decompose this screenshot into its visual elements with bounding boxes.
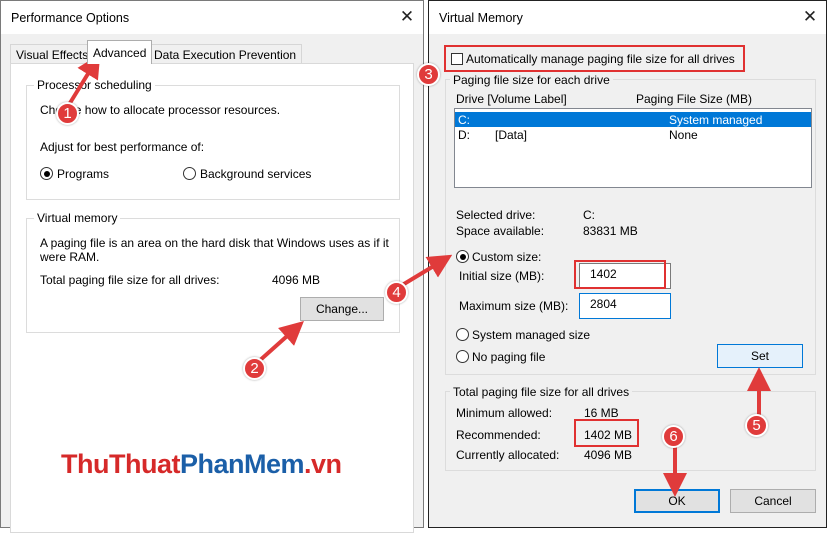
vm-description-line1: A paging file is an area on the hard dis… (40, 236, 389, 250)
annotation-badge-6: 6 (662, 425, 685, 448)
processor-scheduling-group: Processor scheduling Choose how to alloc… (26, 78, 400, 200)
tab-visual-effects[interactable]: Visual Effects (10, 44, 95, 64)
ok-button[interactable]: OK (634, 489, 720, 513)
group-title: Total paging file size for all drives (450, 385, 633, 399)
total-paging-value: 4096 MB (272, 273, 321, 287)
watermark-logo: ThuThuatPhanMem.vn (61, 449, 342, 479)
minimum-allowed-label: Minimum allowed: (456, 406, 553, 420)
max-size-label: Maximum size (MB): (459, 299, 569, 313)
background-services-label: Background services (200, 167, 312, 181)
vm-description-line2: were RAM. (40, 250, 100, 264)
column-header-drive: Drive [Volume Label] (456, 92, 567, 106)
set-button[interactable]: Set (717, 344, 803, 368)
background-services-radio[interactable] (183, 167, 196, 180)
no-paging-file-label: No paging file (472, 350, 546, 364)
programs-radio[interactable] (40, 167, 53, 180)
tab-data-execution-prevention[interactable]: Data Execution Prevention (148, 44, 303, 64)
change-button[interactable]: Change... (300, 297, 384, 321)
currently-allocated-label: Currently allocated: (456, 448, 560, 462)
adjust-label: Adjust for best performance of: (40, 140, 205, 154)
group-title: Virtual memory (34, 211, 121, 225)
annotation-badge-2: 2 (243, 357, 266, 380)
max-size-input[interactable]: 2804 (579, 293, 671, 319)
currently-allocated-value: 4096 MB (584, 448, 633, 462)
drive-list[interactable]: C: System managed D: [Data] None (454, 108, 812, 188)
virtual-memory-group: Virtual memory A paging file is an area … (26, 211, 400, 333)
custom-size-radio[interactable] (456, 250, 469, 263)
window-title: Virtual Memory (439, 10, 523, 25)
group-title: Paging file size for each drive (450, 73, 613, 87)
selected-drive-value: C: (583, 208, 595, 222)
custom-size-label: Custom size: (472, 250, 542, 264)
annotation-badge-4: 4 (385, 281, 408, 304)
minimum-allowed-value: 16 MB (584, 406, 619, 420)
title-bar: Virtual Memory ✕ (429, 1, 826, 34)
column-header-size: Paging File Size (MB) (636, 92, 753, 106)
auto-manage-highlight (444, 45, 745, 72)
programs-label: Programs (57, 167, 110, 181)
recommended-highlight (574, 419, 639, 447)
group-title: Processor scheduling (34, 78, 155, 92)
recommended-label: Recommended: (456, 428, 541, 442)
annotation-badge-3: 3 (417, 63, 440, 86)
system-managed-label: System managed size (472, 328, 591, 342)
total-paging-label: Total paging file size for all drives: (40, 273, 220, 287)
each-drive-group: Paging file size for each drive Drive [V… (445, 73, 816, 375)
close-icon[interactable]: ✕ (399, 8, 415, 25)
space-available-value: 83831 MB (583, 224, 638, 238)
list-item[interactable]: C: System managed (455, 112, 811, 127)
system-managed-radio[interactable] (456, 328, 469, 341)
no-paging-file-radio[interactable] (456, 350, 469, 363)
window-title: Performance Options (11, 10, 130, 25)
space-available-label: Space available: (456, 224, 545, 238)
title-bar: Performance Options ✕ (1, 1, 423, 34)
virtual-memory-window: Virtual Memory ✕ Automatically manage pa… (428, 0, 827, 528)
close-icon[interactable]: ✕ (802, 8, 818, 25)
initial-size-highlight (574, 260, 666, 289)
initial-size-label: Initial size (MB): (459, 269, 545, 283)
cancel-button[interactable]: Cancel (730, 489, 816, 513)
tab-advanced[interactable]: Advanced (87, 40, 153, 64)
list-item[interactable]: D: [Data] None (455, 127, 811, 142)
selected-drive-label: Selected drive: (456, 208, 536, 222)
annotation-badge-1: 1 (56, 102, 79, 125)
annotation-badge-5: 5 (745, 414, 768, 437)
